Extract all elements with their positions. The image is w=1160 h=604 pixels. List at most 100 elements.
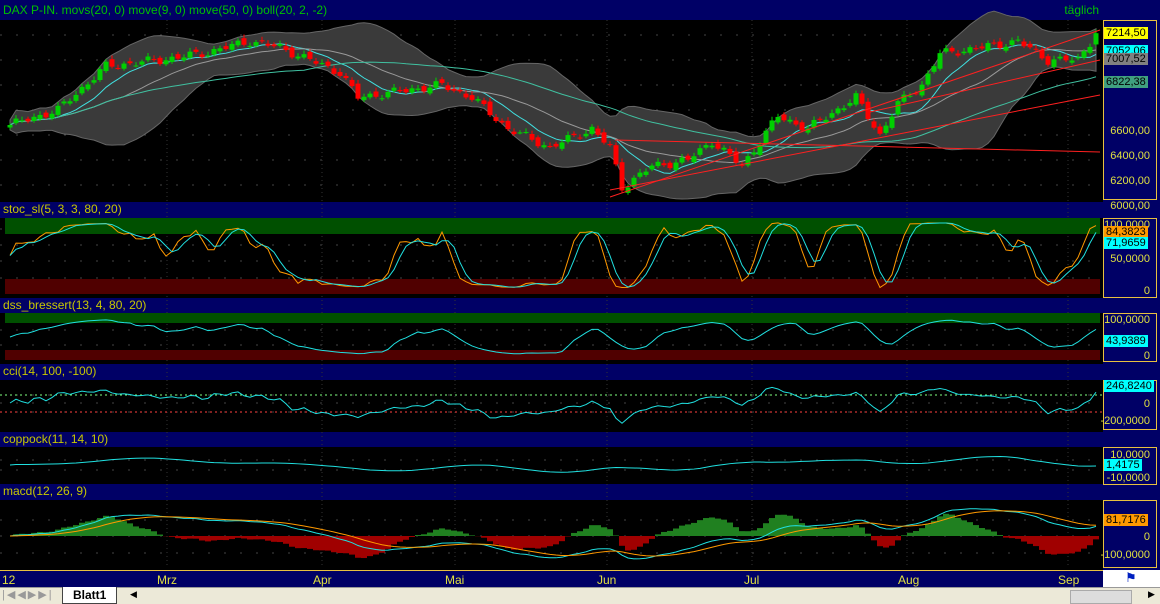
macd-histogram-bar	[673, 529, 679, 536]
scroll-left-icon[interactable]: ◀	[130, 589, 137, 600]
macd-histogram-bar	[829, 528, 835, 536]
candle-body	[866, 102, 871, 119]
drawing-tool[interactable]: ⚑	[1103, 570, 1160, 587]
macd-histogram-bar	[403, 536, 409, 540]
macd-histogram-bar	[61, 528, 67, 536]
candle-body	[818, 119, 823, 120]
macd-histogram-bar	[943, 514, 949, 536]
candle-body	[590, 127, 595, 134]
macd-histogram-bar	[733, 527, 739, 536]
macd-histogram-bar	[661, 532, 667, 536]
candle-body	[1064, 56, 1069, 61]
candle-body	[164, 60, 169, 64]
candle-body	[170, 57, 175, 62]
axis-label: 6000,00	[1110, 200, 1150, 212]
chart-plot-area[interactable]	[0, 0, 1103, 587]
macd-histogram-bar	[259, 536, 265, 539]
candle-body	[1052, 59, 1057, 67]
macd-histogram-bar	[649, 536, 655, 539]
macd-histogram-bar	[691, 523, 697, 536]
macd-histogram-bar	[427, 533, 433, 536]
candle-body	[974, 48, 979, 49]
macd-histogram-bar	[265, 536, 271, 541]
macd-histogram-bar	[487, 536, 493, 541]
macd-histogram-bar	[499, 536, 505, 546]
axis-label: 6200,00	[1110, 175, 1150, 187]
macd-histogram-bar	[181, 536, 187, 539]
flag-icon: ⚑	[1125, 570, 1137, 586]
tab-nav-arrows-icon[interactable]: |◀◀▶▶|	[2, 588, 54, 601]
candle-body	[686, 156, 691, 160]
macd-histogram-bar	[1033, 536, 1039, 546]
candle-body	[722, 148, 727, 150]
candle-body	[962, 52, 967, 54]
candle-body	[662, 163, 667, 165]
candle-body	[872, 121, 877, 127]
candle-body	[1028, 44, 1033, 48]
candle-body	[578, 138, 583, 139]
macd-histogram-bar	[469, 535, 475, 536]
macd-histogram-bar	[439, 528, 445, 536]
candle-body	[476, 99, 481, 101]
candle-body	[890, 117, 895, 128]
horizontal-scrollbar[interactable]	[1070, 590, 1132, 604]
candle-body	[218, 48, 223, 51]
candle-body	[8, 125, 13, 128]
candle-body	[1094, 33, 1099, 44]
macd-histogram-bar	[349, 536, 355, 555]
macd-histogram-bar	[175, 536, 181, 538]
macd-histogram-bar	[127, 523, 133, 536]
x-tick-label: Aug	[898, 573, 919, 587]
candle-body	[374, 91, 379, 96]
candle-body	[1010, 40, 1015, 45]
macd-histogram-bar	[919, 528, 925, 536]
macd-histogram-bar	[463, 534, 469, 536]
macd-histogram-bar	[709, 517, 715, 536]
candle-body	[350, 80, 355, 86]
macd-histogram-bar	[481, 536, 487, 538]
macd-histogram-bar	[877, 536, 883, 546]
candle-body	[680, 158, 685, 163]
macd-histogram-bar	[715, 519, 721, 536]
candle-body	[704, 145, 709, 148]
candle-body	[380, 98, 385, 99]
candle-body	[32, 117, 37, 121]
oversold-zone	[5, 279, 1100, 294]
macd-histogram-bar	[925, 524, 931, 536]
macd-histogram-bar	[589, 525, 595, 536]
macd-histogram-bar	[1003, 536, 1009, 538]
candle-body	[44, 113, 49, 118]
candle-body	[392, 88, 397, 91]
last-price-badge: 7214,50	[1104, 27, 1148, 39]
candle-body	[188, 52, 193, 58]
axis-label: 0	[1144, 398, 1150, 410]
macd-histogram-bar	[577, 531, 583, 536]
candle-body	[800, 122, 805, 130]
x-tick-label: Mrz	[157, 573, 177, 587]
macd-histogram-bar	[397, 536, 403, 542]
candle-body	[428, 88, 433, 94]
macd-histogram-bar	[859, 527, 865, 536]
macd-histogram-bar	[523, 536, 529, 548]
coppock-line	[10, 457, 1096, 473]
candle-body	[80, 87, 85, 94]
candle-body	[458, 90, 463, 91]
coppock-badge: 1,4175	[1104, 459, 1142, 471]
candle-body	[596, 129, 601, 135]
macd-histogram-bar	[247, 536, 253, 540]
stoc-badge: 71,9659	[1104, 237, 1148, 249]
scroll-right-icon[interactable]: ▶	[1148, 589, 1155, 600]
axis-label: 0	[1144, 285, 1150, 297]
axis-label: 6600,00	[1110, 125, 1150, 137]
candle-body	[356, 84, 361, 99]
candle-body	[26, 119, 31, 122]
macd-histogram-bar	[253, 536, 259, 539]
candle-body	[404, 89, 409, 92]
overbought-zone	[5, 218, 1100, 234]
macd-histogram-bar	[1057, 536, 1063, 554]
axis-label: -10,0000	[1107, 472, 1150, 484]
candle-body	[824, 120, 829, 122]
tab-blatt1[interactable]: Blatt1	[62, 587, 117, 604]
candle-body	[932, 66, 937, 72]
macd-histogram-bar	[55, 530, 61, 536]
